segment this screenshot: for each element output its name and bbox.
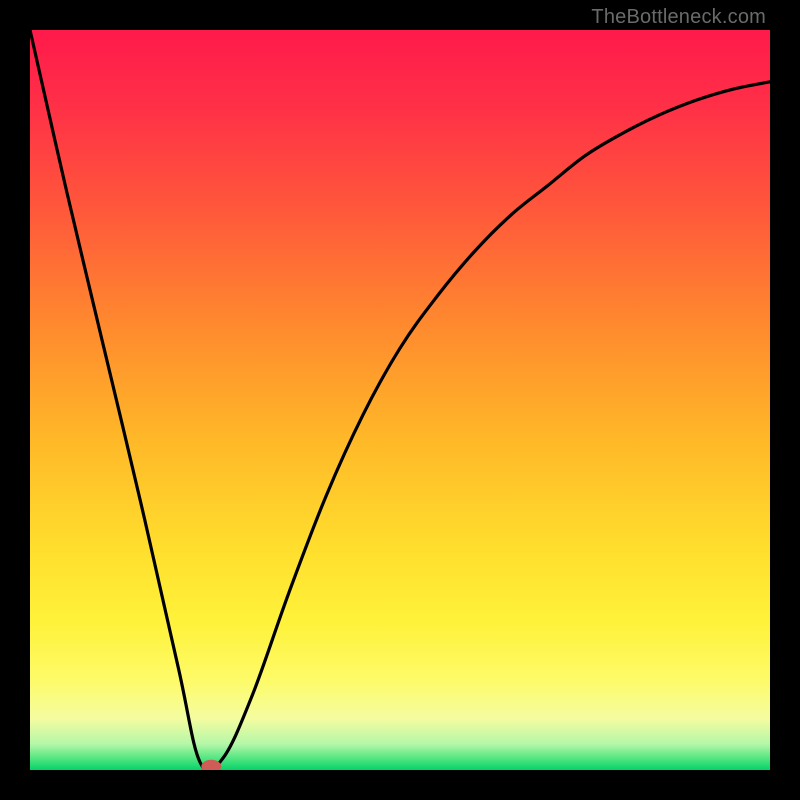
watermark-text: TheBottleneck.com	[591, 6, 766, 29]
bottleneck-curve-path	[30, 30, 770, 770]
minimum-marker	[201, 760, 221, 770]
plot-area	[30, 30, 770, 770]
chart-frame: TheBottleneck.com	[0, 0, 800, 800]
curve-layer	[30, 30, 770, 770]
